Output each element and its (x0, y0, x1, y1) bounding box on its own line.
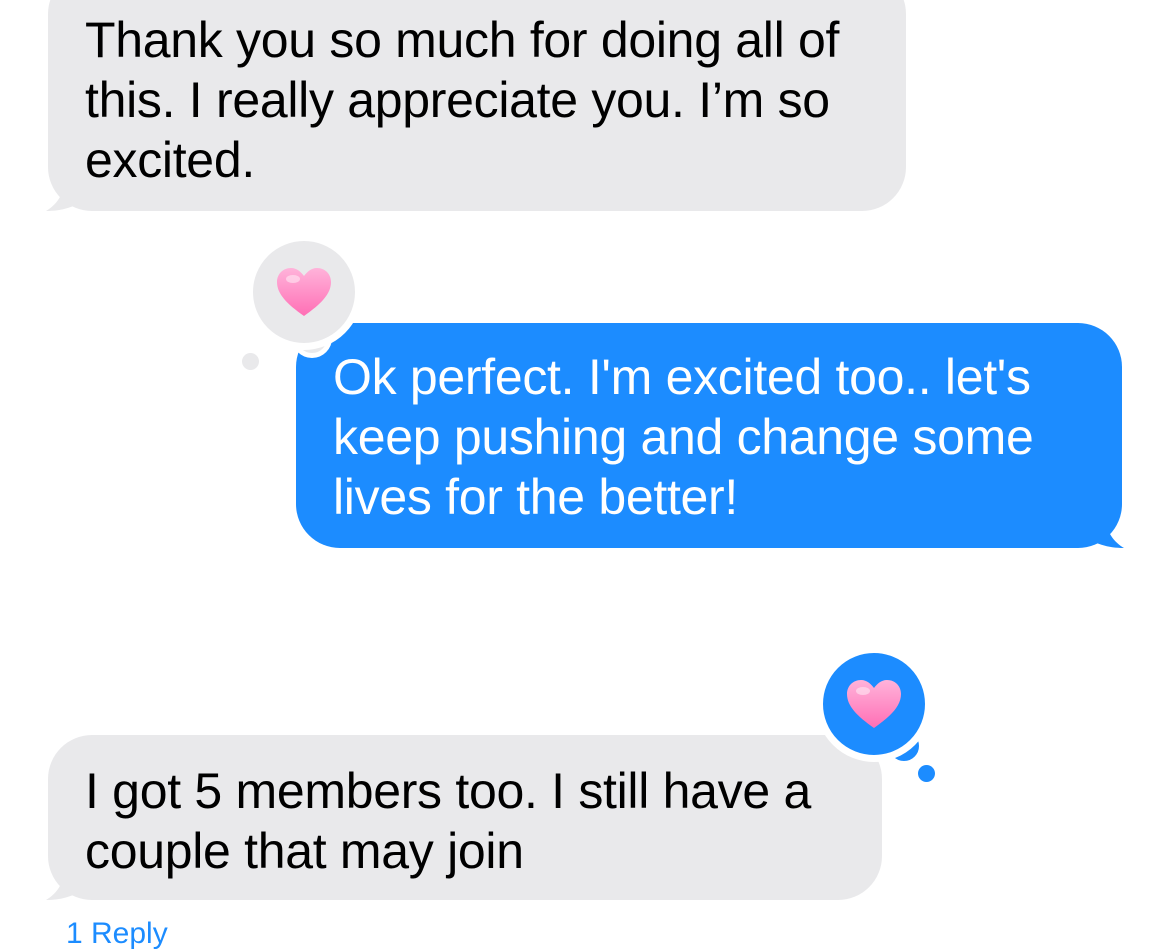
message-bubble-received[interactable]: Thank you so much for doing all of this.… (46, 0, 906, 211)
message-text: I got 5 members too. I still have a coup… (85, 763, 811, 879)
message-text: Thank you so much for doing all of this.… (85, 12, 840, 188)
heart-icon (847, 680, 901, 728)
message-bubble-received[interactable]: I got 5 members too. I still have a coup… (46, 735, 882, 900)
thread-reply-link[interactable]: 1 Reply (66, 916, 168, 952)
tapback-tail-dot-small (242, 353, 259, 370)
tapback-heart-reaction[interactable] (246, 234, 362, 350)
bubble-tail (46, 840, 88, 900)
tapback-tail-dot-small (918, 765, 935, 782)
message-text: Ok perfect. I'm excited too.. let's keep… (333, 349, 1034, 525)
message-bubble-sent[interactable]: Ok perfect. I'm excited too.. let's keep… (296, 323, 1124, 548)
tapback-heart-reaction[interactable] (816, 646, 932, 762)
bubble-tail (46, 151, 88, 211)
heart-icon (277, 268, 331, 316)
